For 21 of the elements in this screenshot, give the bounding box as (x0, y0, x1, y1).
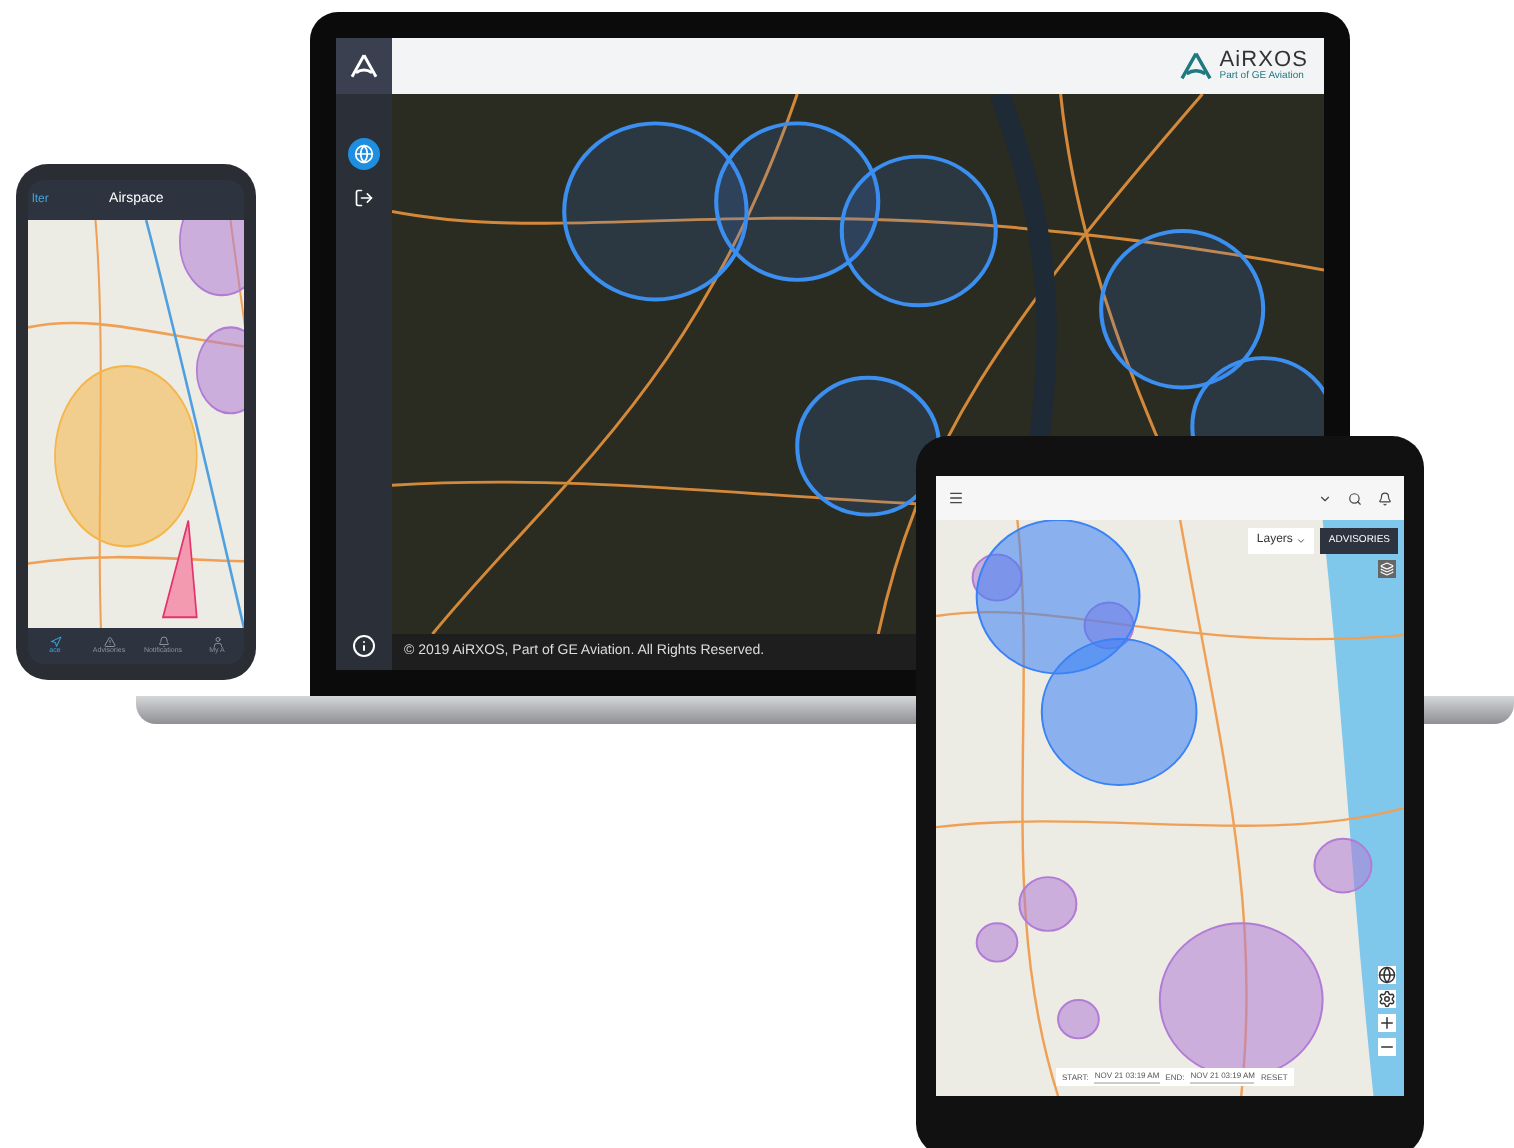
globe-icon (354, 144, 374, 164)
caret-icon (1296, 536, 1307, 546)
menu-icon[interactable] (948, 490, 964, 506)
search-icon[interactable] (1348, 491, 1362, 505)
sidebar-button[interactable] (348, 138, 380, 170)
user-icon (211, 636, 223, 649)
navigation-icon (49, 636, 61, 649)
settings-icon[interactable] (1378, 990, 1396, 1008)
logo-icon (350, 54, 378, 78)
globe-icon[interactable] (1378, 966, 1396, 984)
logo-icon (1179, 52, 1212, 80)
bell-icon (157, 636, 169, 649)
logout-icon (354, 188, 374, 208)
chevron-icon[interactable] (1318, 491, 1332, 505)
zoom-in-icon[interactable] (1378, 1014, 1396, 1032)
layers-icon[interactable] (1378, 560, 1396, 578)
zoom-out-icon[interactable] (1378, 1038, 1396, 1056)
info-icon[interactable] (352, 634, 376, 658)
warning-icon (103, 636, 115, 649)
bell-icon[interactable] (1378, 491, 1392, 505)
brand-name: AiRXOS (1219, 50, 1308, 72)
